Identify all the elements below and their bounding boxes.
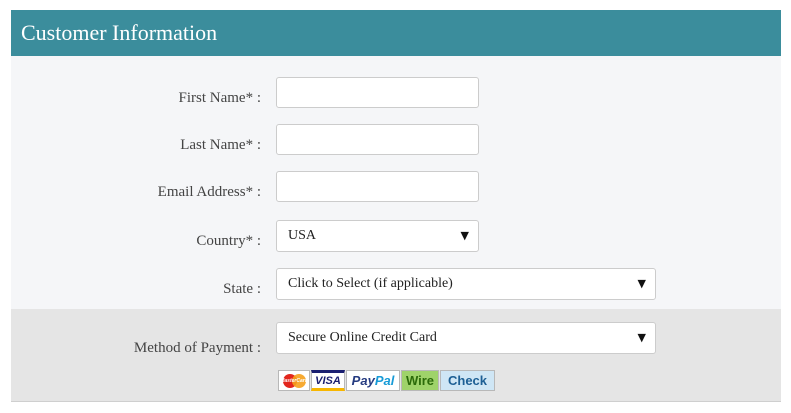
payment-logos: MasterCard VISA Pay Pal Wire Check <box>278 370 495 391</box>
check-logo: Check <box>440 370 495 391</box>
chevron-down-icon: ▼ <box>637 277 646 290</box>
last-name-input[interactable] <box>277 125 478 154</box>
chevron-down-icon: ▼ <box>460 229 469 242</box>
state-select[interactable]: Click to Select (if applicable) ▼ <box>276 268 656 300</box>
first-name-field[interactable] <box>276 77 479 108</box>
country-selected-value: USA <box>288 228 317 243</box>
last-name-label: Last Name* : <box>180 137 261 153</box>
customer-information-panel: Customer Information First Name* : Last … <box>11 10 781 403</box>
email-label: Email Address* : <box>157 184 261 200</box>
country-select[interactable]: USA ▼ <box>276 220 479 252</box>
payment-selected-value: Secure Online Credit Card <box>288 330 437 345</box>
visa-logo: VISA <box>311 370 345 391</box>
panel-title: Customer Information <box>11 10 781 56</box>
paypal-logo: Pay Pal <box>346 370 400 391</box>
chevron-down-icon: ▼ <box>637 331 646 344</box>
first-name-input[interactable] <box>277 78 478 107</box>
last-name-field[interactable] <box>276 124 479 155</box>
wire-logo: Wire <box>401 370 439 391</box>
customer-fields-section: First Name* : Last Name* : Email Address… <box>11 56 781 309</box>
payment-section: Method of Payment : Secure Online Credit… <box>11 309 781 402</box>
email-field[interactable] <box>276 171 479 202</box>
first-name-label: First Name* : <box>178 90 262 106</box>
mastercard-logo: MasterCard <box>278 370 310 391</box>
state-label: State : <box>223 281 261 297</box>
email-input[interactable] <box>277 172 478 201</box>
country-label: Country* : <box>196 233 261 249</box>
payment-method-label: Method of Payment : <box>133 340 261 356</box>
payment-method-select[interactable]: Secure Online Credit Card ▼ <box>276 322 656 354</box>
state-selected-value: Click to Select (if applicable) <box>288 276 453 291</box>
